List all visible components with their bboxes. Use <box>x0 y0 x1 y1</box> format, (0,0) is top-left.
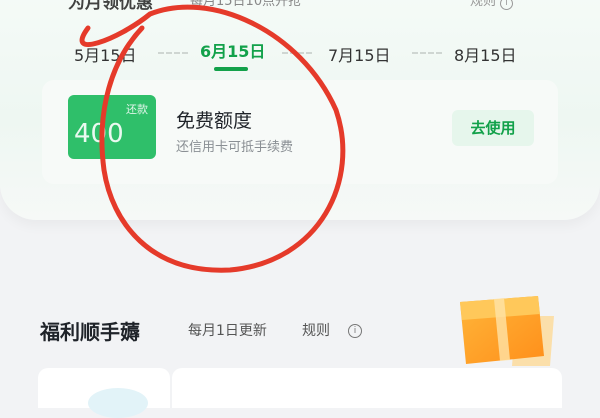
coupon-ticket: 还款 400 <box>68 95 156 159</box>
benefits-rule-link[interactable]: 规则 <box>302 320 330 340</box>
benefits-title: 福利顺手薅 <box>40 320 140 344</box>
header-rule-label: 规则 <box>470 0 497 9</box>
tab-divider <box>158 52 188 54</box>
header-subtitle: 每月15日10点开抢 <box>190 0 302 9</box>
tab-date-1[interactable]: 5月15日 <box>74 42 137 66</box>
benefit-card[interactable] <box>172 368 562 408</box>
tab-divider <box>412 52 442 54</box>
coupon-title: 免费额度 <box>176 110 253 132</box>
header-rule-link[interactable]: 规则 i <box>470 0 514 10</box>
coupon-value: 400 <box>74 119 124 149</box>
benefit-card-image <box>88 388 148 418</box>
gift-box-icon <box>460 296 554 366</box>
tab-divider <box>282 52 312 54</box>
active-tab-indicator <box>214 67 248 71</box>
tab-date-2[interactable]: 6月15日 <box>200 38 265 62</box>
use-coupon-button[interactable]: 去使用 <box>452 110 534 146</box>
date-tabs: 5月15日 6月15日 7月15日 8月15日 <box>0 36 600 76</box>
header-title: 为月领优惠 <box>68 0 153 13</box>
info-circle-icon[interactable]: i <box>348 324 362 338</box>
coupon-description: 还信用卡可抵手续费 <box>176 140 294 155</box>
tab-date-4[interactable]: 8月15日 <box>454 42 517 66</box>
coupon-tag: 还款 <box>126 103 148 116</box>
info-circle-icon: i <box>500 0 514 10</box>
tab-date-3[interactable]: 7月15日 <box>328 42 391 66</box>
benefits-subtitle: 每月1日更新 <box>188 323 267 339</box>
